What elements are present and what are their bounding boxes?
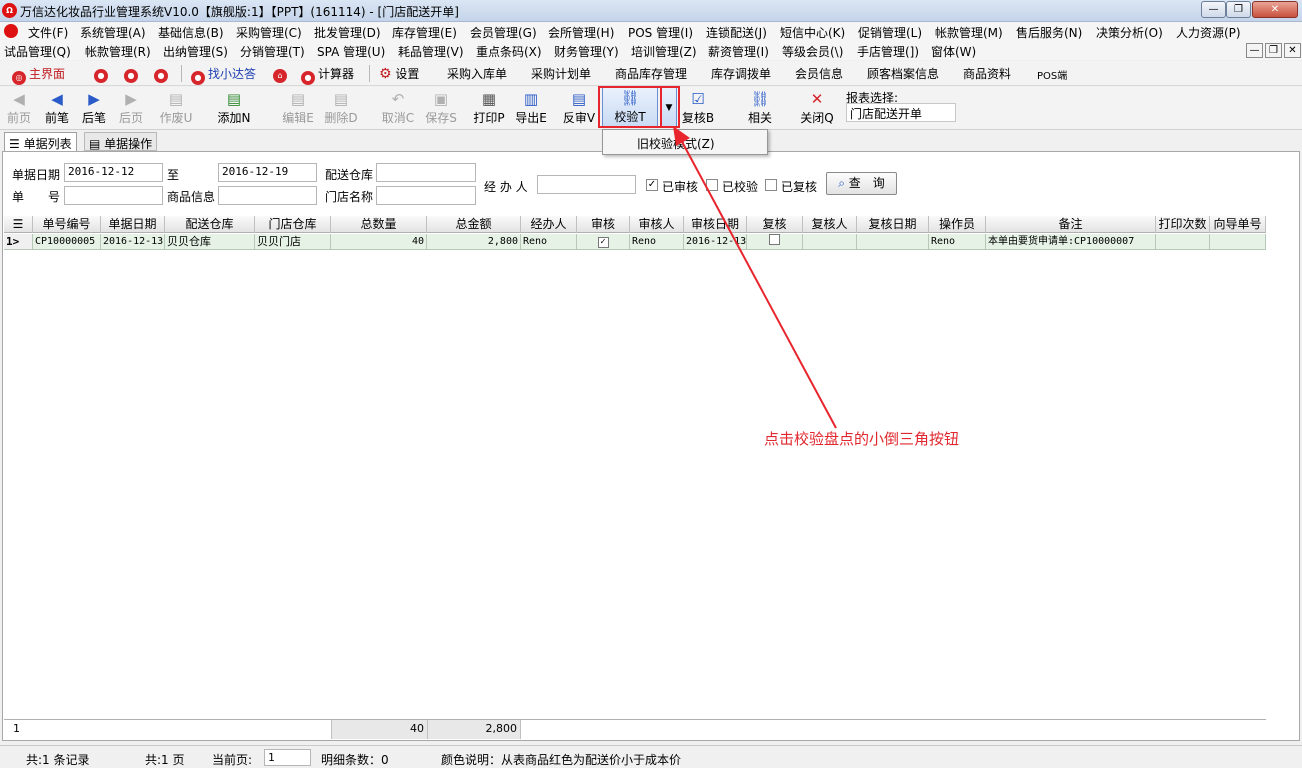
current-page-label: 当前页: — [212, 753, 253, 767]
detail-count: 明细条数：0 — [321, 753, 389, 767]
annotation-arrow-head — [673, 126, 690, 146]
color-legend: 颜色说明：从表商品红色为配送价小于成本价 — [441, 753, 682, 767]
record-count: 共:1 条记录 — [26, 753, 90, 767]
annotation-arrow — [673, 126, 837, 429]
current-page-input[interactable]: 1 — [264, 749, 311, 766]
annotation-arrow-line — [679, 137, 837, 429]
status-bar: 共:1 条记录 共:1 页 当前页: 1 明细条数：0 颜色说明：从表商品红色为… — [0, 745, 1302, 768]
page-count: 共:1 页 — [145, 753, 185, 767]
annotation-text: 点击校验盘点的小倒三角按钮 — [764, 430, 960, 448]
